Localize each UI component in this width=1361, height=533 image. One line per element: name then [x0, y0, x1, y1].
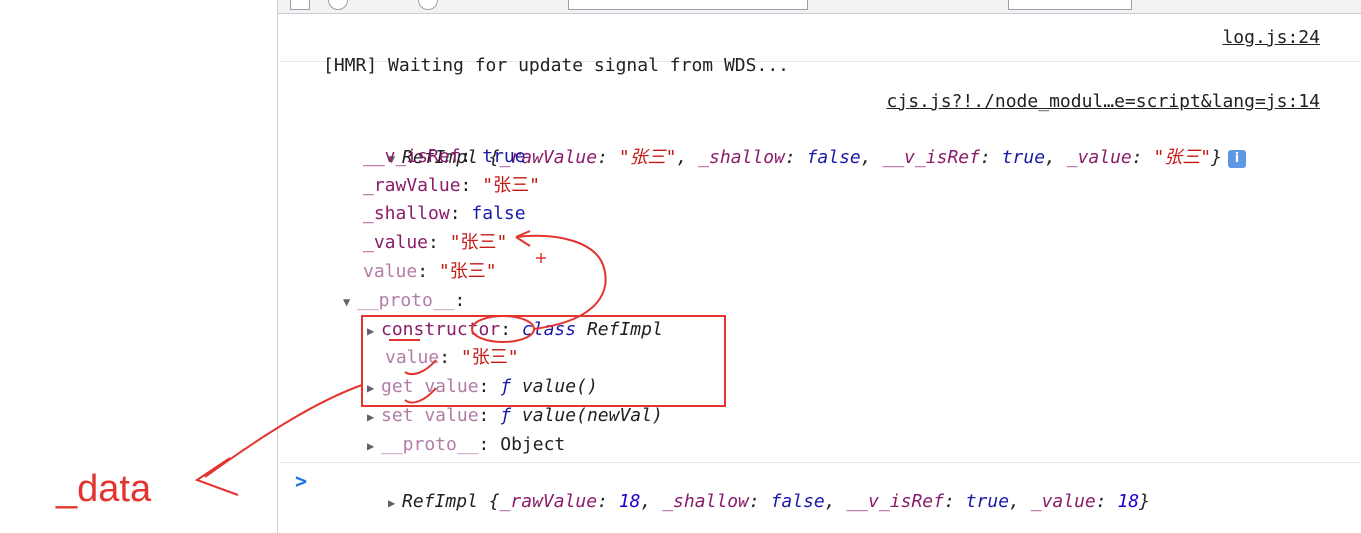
console-panel: [HMR] Waiting for update signal from WDS…: [279, 14, 1361, 533]
toolbar-icon-fragment[interactable]: [328, 0, 348, 10]
issues-button-fragment[interactable]: [1008, 0, 1132, 10]
proto-setter-row[interactable]: ▶ set value: ƒ value(newVal): [279, 374, 1361, 426]
ref2-summary-row[interactable]: ▶ RefImpl {_rawValue: 18, _shallow: false…: [279, 432, 1361, 512]
divider: [279, 462, 1361, 463]
proto-value-row[interactable]: value: "张三": [279, 316, 1361, 368]
console-prompt-caret[interactable]: >: [295, 469, 307, 493]
ref1-prop-row: _shallow: false: [363, 203, 526, 224]
hmr-source-link[interactable]: log.js:24: [1222, 24, 1320, 52]
ref1-prop-row: _rawValue: "张三": [363, 175, 540, 196]
proto-proto-row[interactable]: ▶ __proto__: Object: [279, 403, 1361, 455]
proto-getter-row[interactable]: ▶ get value: ƒ value(): [279, 345, 1361, 397]
ref1-summary-row[interactable]: ▼ RefImpl {_rawValue: "张三", _shallow: fal…: [279, 88, 1361, 168]
proto-constructor-row[interactable]: ▶ constructor: class RefImpl: [279, 288, 1361, 340]
console-message-hmr: [HMR] Waiting for update signal from WDS…: [279, 24, 1361, 76]
proto-row[interactable]: ▼ __proto__:: [279, 259, 1361, 311]
left-blank-area: [0, 0, 278, 533]
ref1-prop-row: _value: "张三": [363, 232, 508, 253]
object-source-row: cjs.js?!./node_modul…e=script&lang=js:14: [279, 60, 1361, 112]
filter-input-fragment[interactable]: [568, 0, 808, 10]
ref1-prop-row: __v_isRef: true: [363, 146, 526, 167]
devtools-toolbar: [278, 0, 1361, 14]
collapsed-triangle-icon[interactable]: ▶: [388, 489, 402, 517]
ref1-prop-row: value: "张三": [363, 261, 497, 282]
annotation-data-label: _data: [56, 468, 152, 510]
ref2-class-name: RefImpl: [402, 491, 478, 512]
toolbar-icon-fragment[interactable]: [290, 0, 310, 10]
toolbar-icon-fragment[interactable]: [418, 0, 438, 10]
